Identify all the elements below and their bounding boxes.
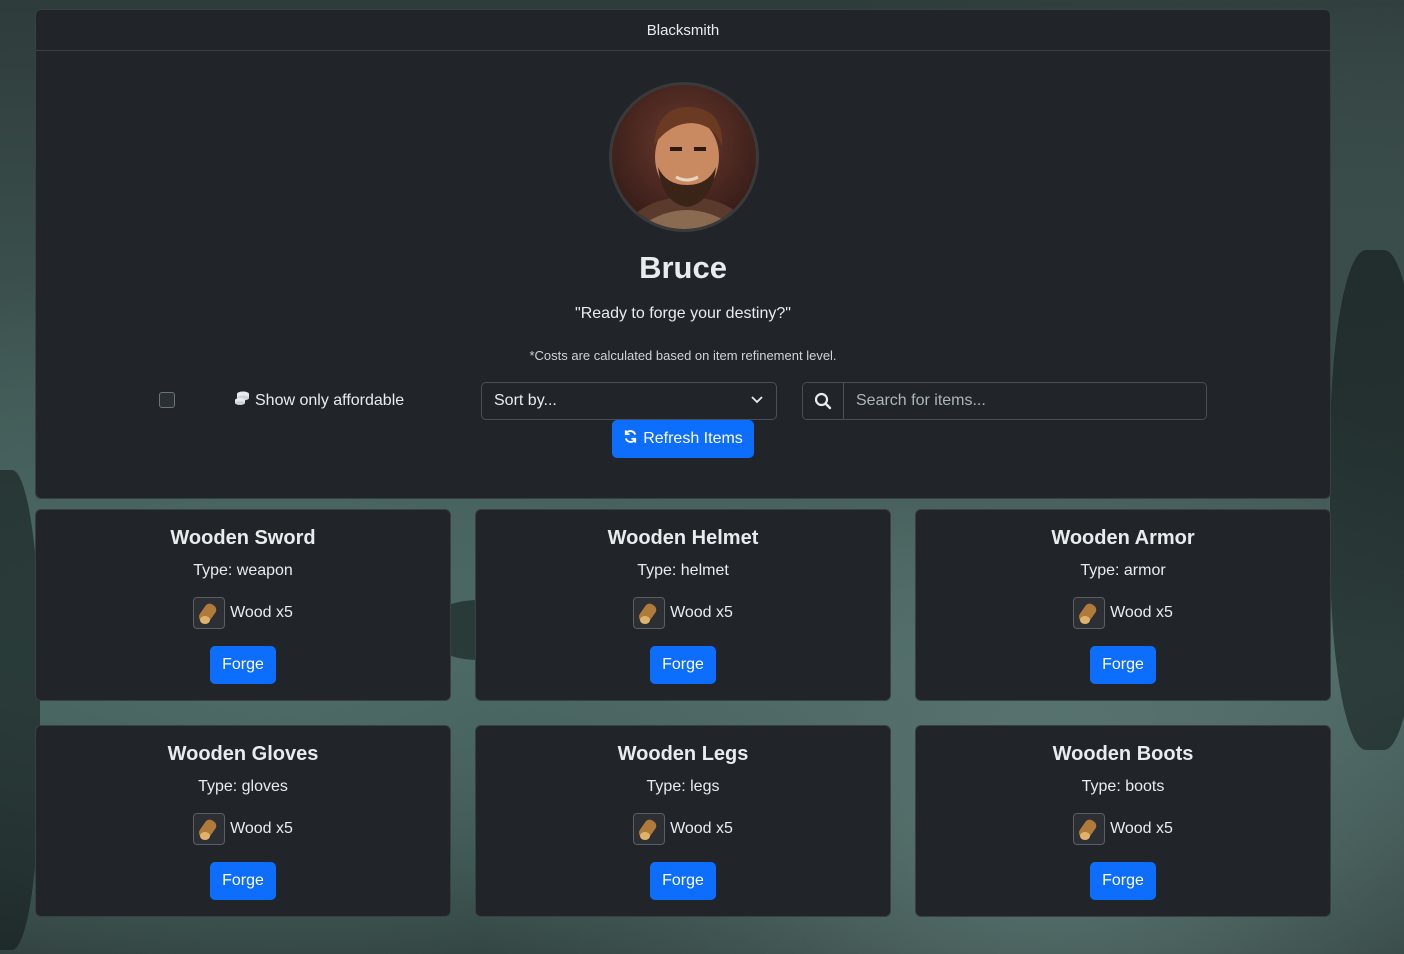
panel-header: Blacksmith bbox=[36, 10, 1330, 51]
chevron-down-icon bbox=[750, 392, 764, 411]
forge-button[interactable]: Forge bbox=[1090, 862, 1156, 900]
wood-icon bbox=[1073, 597, 1106, 629]
item-cost-text: Wood x5 bbox=[670, 604, 733, 621]
wood-icon bbox=[193, 813, 226, 845]
wood-icon bbox=[633, 597, 666, 629]
refresh-icon bbox=[623, 429, 638, 449]
sort-select-value: Sort by... bbox=[494, 392, 557, 409]
item-card: Wooden Legs Type: legs Wood x5 Forge bbox=[475, 725, 891, 917]
item-cost: Wood x5 bbox=[916, 597, 1330, 629]
item-cost-text: Wood x5 bbox=[1110, 820, 1173, 837]
item-name: Wooden Sword bbox=[170, 527, 316, 549]
item-name: Wooden Boots bbox=[1052, 743, 1194, 765]
wood-icon bbox=[633, 813, 666, 845]
item-type: Type: helmet bbox=[637, 562, 729, 579]
item-cost: Wood x5 bbox=[36, 597, 450, 629]
refresh-items-label: Refresh Items bbox=[643, 430, 743, 447]
item-cost-text: Wood x5 bbox=[230, 604, 293, 621]
item-cost: Wood x5 bbox=[476, 813, 890, 845]
background-art bbox=[1330, 250, 1404, 750]
item-type: Type: weapon bbox=[193, 562, 293, 579]
npc-quote: "Ready to forge your destiny?" bbox=[575, 305, 791, 322]
sort-select[interactable]: Sort by... bbox=[481, 382, 777, 420]
background-art bbox=[0, 470, 40, 950]
item-card: Wooden Armor Type: armor Wood x5 Forge bbox=[915, 509, 1331, 701]
item-type: Type: boots bbox=[1081, 778, 1165, 795]
coins-icon bbox=[234, 390, 250, 411]
item-type: Type: armor bbox=[1080, 562, 1166, 579]
item-cost-text: Wood x5 bbox=[230, 820, 293, 837]
item-cost: Wood x5 bbox=[36, 813, 450, 845]
affordable-label[interactable]: Show only affordable bbox=[234, 390, 404, 411]
item-card: Wooden Helmet Type: helmet Wood x5 Forge bbox=[475, 509, 891, 701]
search-icon bbox=[803, 383, 844, 419]
forge-button[interactable]: Forge bbox=[210, 646, 276, 684]
affordable-checkbox[interactable] bbox=[159, 392, 175, 408]
refresh-items-button[interactable]: Refresh Items bbox=[612, 420, 754, 458]
wood-icon bbox=[193, 597, 226, 629]
item-card: Wooden Boots Type: boots Wood x5 Forge bbox=[915, 725, 1331, 917]
search-input[interactable] bbox=[844, 383, 1206, 419]
affordable-label-text: Show only affordable bbox=[255, 391, 405, 409]
forge-button[interactable]: Forge bbox=[210, 862, 276, 900]
item-card: Wooden Sword Type: weapon Wood x5 Forge bbox=[35, 509, 451, 701]
item-card: Wooden Gloves Type: gloves Wood x5 Forge bbox=[35, 725, 451, 917]
forge-button[interactable]: Forge bbox=[650, 862, 716, 900]
npc-avatar bbox=[609, 82, 759, 232]
npc-name: Bruce bbox=[639, 250, 727, 285]
cost-note: *Costs are calculated based on item refi… bbox=[529, 348, 837, 363]
forge-button[interactable]: Forge bbox=[1090, 646, 1156, 684]
item-cost-text: Wood x5 bbox=[1110, 604, 1173, 621]
search-group bbox=[802, 382, 1207, 420]
wood-icon bbox=[1073, 813, 1106, 845]
blacksmith-panel: Blacksmith Bruce "Ready to forge your de… bbox=[35, 9, 1331, 499]
panel-title: Blacksmith bbox=[646, 21, 720, 39]
item-cost: Wood x5 bbox=[476, 597, 890, 629]
forge-button[interactable]: Forge bbox=[650, 646, 716, 684]
item-name: Wooden Gloves bbox=[167, 743, 319, 765]
item-cost: Wood x5 bbox=[916, 813, 1330, 845]
item-type: Type: gloves bbox=[198, 778, 288, 795]
item-name: Wooden Legs bbox=[617, 743, 749, 765]
item-cost-text: Wood x5 bbox=[670, 820, 733, 837]
item-name: Wooden Helmet bbox=[607, 527, 759, 549]
item-type: Type: legs bbox=[646, 778, 720, 795]
item-name: Wooden Armor bbox=[1051, 527, 1195, 549]
